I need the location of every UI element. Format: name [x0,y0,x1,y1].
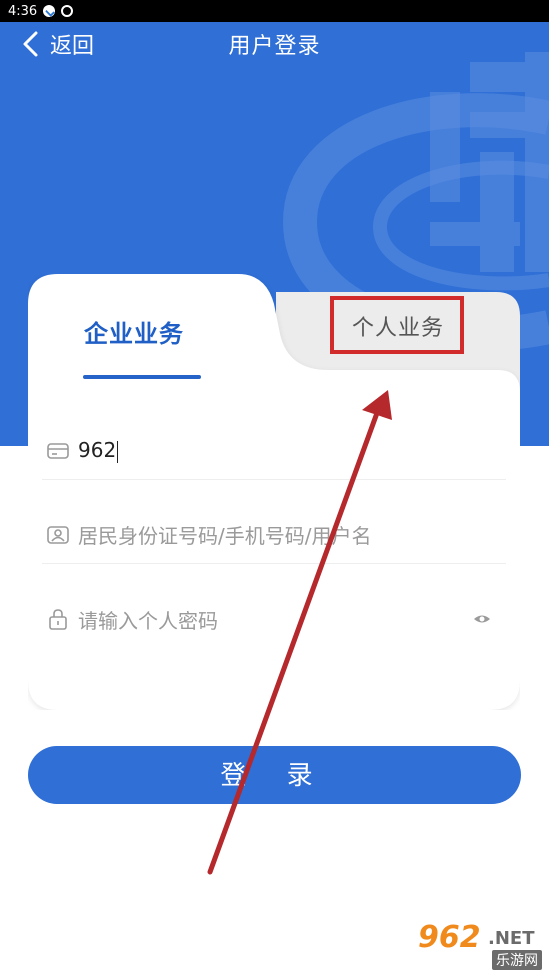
id-card-icon [47,525,69,544]
id-placeholder: 居民身份证号码/手机号码/用户名 [78,524,372,548]
tab-enterprise[interactable]: 企业业务 [84,314,184,349]
site-watermark: 962 .NET 乐游网 [410,918,546,972]
settings-icon [61,5,74,17]
text-cursor [117,440,119,463]
status-bar: 4:36 [0,0,549,22]
navigation-bar: 返回 用户登录 [0,22,549,66]
watermark-number: 962 [418,920,481,955]
account-field[interactable]: 962 [42,422,506,480]
active-tab-indicator [83,375,201,379]
watermark-cn: 乐游网 [492,950,542,970]
card-icon [47,442,69,459]
status-time: 4:36 [8,3,38,19]
id-field[interactable]: 居民身份证号码/手机号码/用户名 [42,506,506,564]
password-field[interactable]: 请输入个人密码 [42,590,506,648]
download-icon [43,5,56,17]
lock-icon [49,609,67,630]
password-placeholder: 请输入个人密码 [78,608,218,633]
login-card: 企业业务 个人业务 962 居民身份证号码/手机号码/用户名 请输入个人密码 [28,274,520,710]
annotation-highlight-box [330,296,464,354]
watermark-net: .NET [488,928,535,949]
page-title: 用户登录 [228,34,321,59]
account-value: 962 [78,438,117,463]
login-button[interactable]: 登 录 [28,746,521,804]
eye-icon[interactable] [472,609,492,629]
